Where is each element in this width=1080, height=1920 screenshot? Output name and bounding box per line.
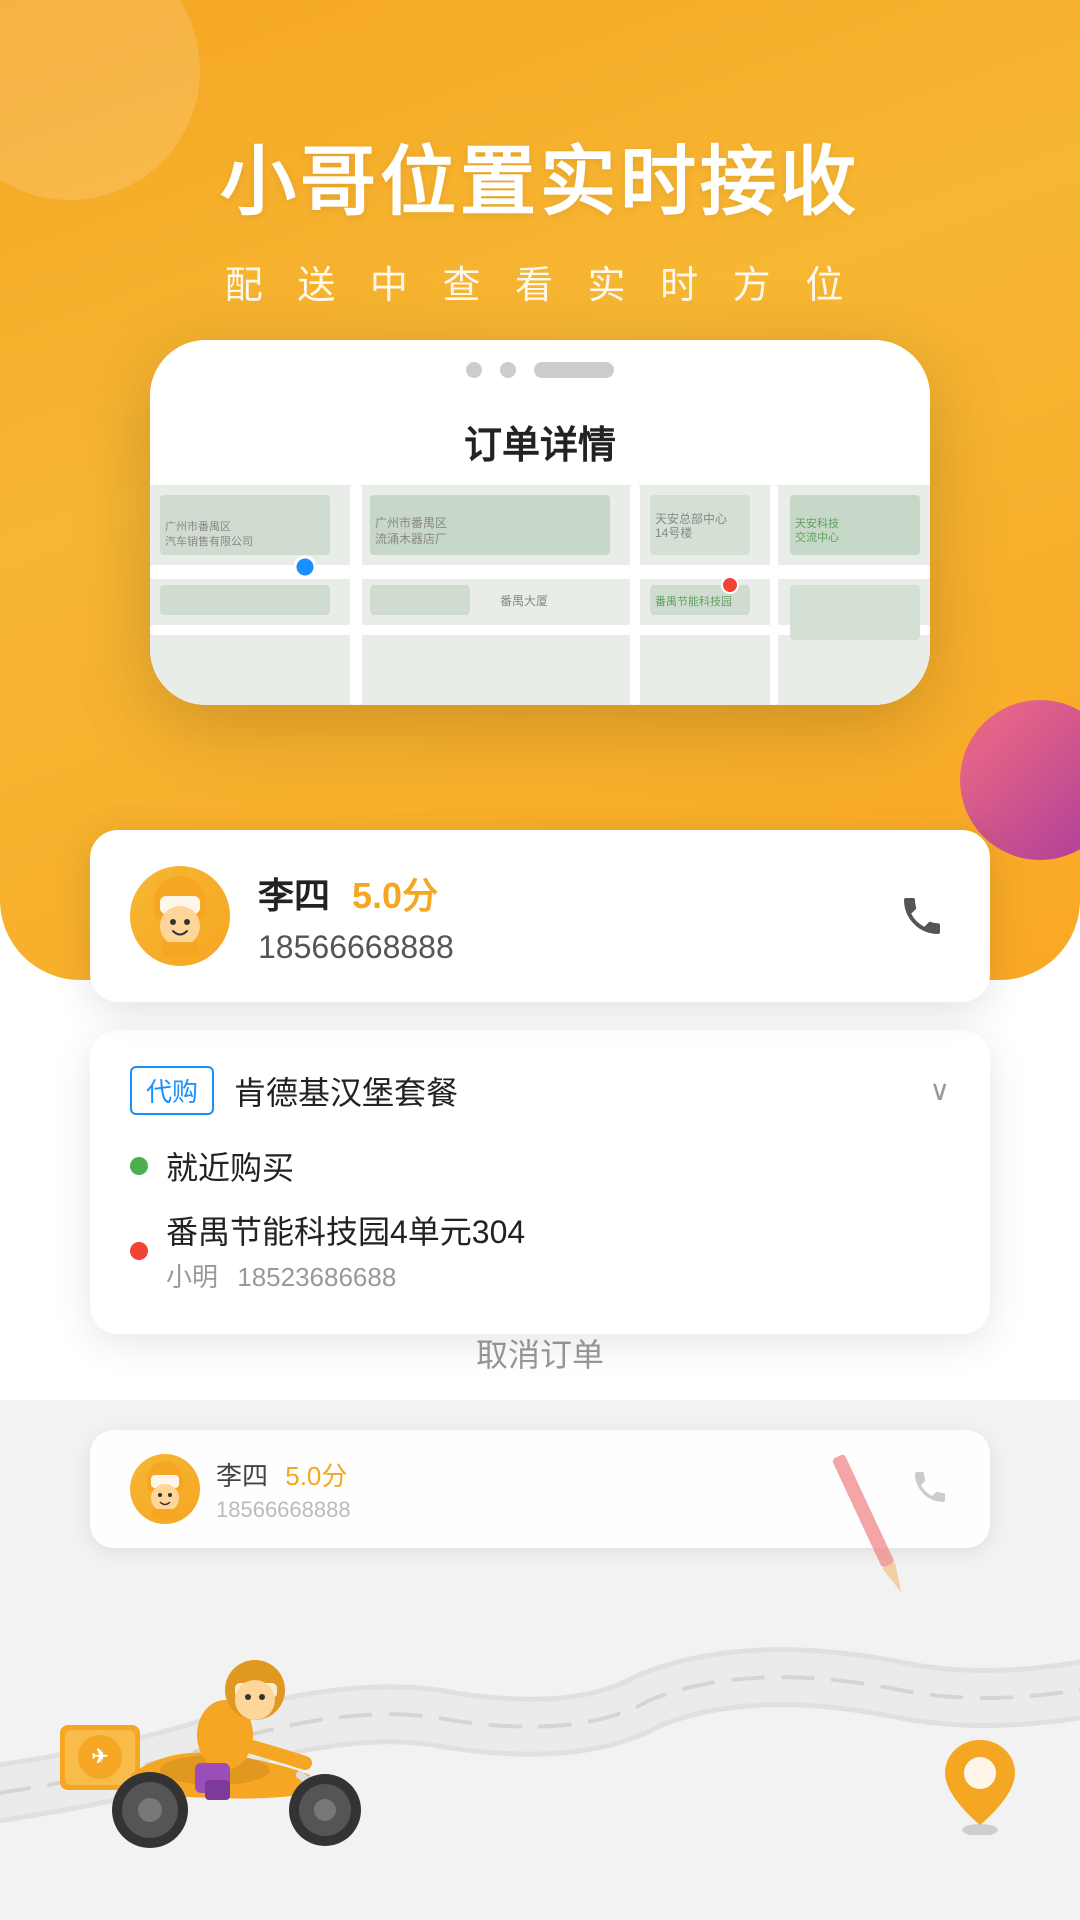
delivery-dot <box>130 1242 148 1260</box>
contact-name: 小明 <box>166 1262 218 1292</box>
bottom-driver-info: 李四 5.0分 18566668888 <box>130 1454 351 1524</box>
order-detail-title: 订单详情 <box>150 394 930 485</box>
bottom-driver-avatar <box>130 1454 200 1524</box>
driver-left: 李四 5.0分 18566668888 <box>130 866 454 966</box>
pickup-text: 就近购买 <box>166 1143 294 1189</box>
pickup-label: 就近购买 <box>166 1143 294 1189</box>
svg-text:广州市番禺区: 广州市番禺区 <box>375 515 447 530</box>
bottom-phone-placeholder: 18566668888 <box>216 1497 351 1523</box>
bottom-call-icon[interactable] <box>910 1467 950 1512</box>
hero-section: 小哥位置实时接收 配 送 中 查 看 实 时 方 位 <box>0 120 1080 309</box>
hero-subtitle: 配 送 中 查 看 实 时 方 位 <box>0 254 1080 309</box>
svg-text:天安科技: 天安科技 <box>795 516 839 530</box>
phone-status-bar <box>150 340 930 394</box>
driver-avatar <box>130 866 230 966</box>
phone-mockup: 订单详情 广州市番禺区 汽车销售有限公司 广州市番禺区 流涌木 <box>150 340 930 705</box>
svg-text:✈: ✈ <box>92 1746 109 1768</box>
bottom-rating: 5.0分 <box>285 1461 347 1491</box>
svg-text:汽车销售有限公司: 汽车销售有限公司 <box>165 534 253 548</box>
chevron-down-icon[interactable]: ∨ <box>930 1074 951 1107</box>
order-items-list: 就近购买 番禺节能科技园4单元304 小明 18523686688 <box>130 1143 950 1294</box>
bottom-tracking-section: 李四 5.0分 18566668888 ✈ <box>0 1400 1080 1920</box>
driver-info-text: 李四 5.0分 18566668888 <box>258 867 454 966</box>
speaker-bar <box>534 362 614 378</box>
delivery-contact: 小明 18523686688 <box>166 1257 525 1294</box>
svg-text:广州市番禺区: 广州市番禺区 <box>165 519 231 533</box>
driver-row: 李四 5.0分 18566668888 <box>130 866 950 966</box>
destination-pin <box>940 1735 1020 1840</box>
camera-dot <box>466 362 482 378</box>
bottom-name: 李四 <box>216 1461 268 1491</box>
svg-text:流涌木器店厂: 流涌木器店厂 <box>375 532 447 546</box>
scooter-illustration: ✈ <box>40 1615 420 1900</box>
svg-text:天安总部中心: 天安总部中心 <box>655 511 727 526</box>
delivery-address: 番禺节能科技园4单元304 <box>166 1207 525 1253</box>
sensor-dot <box>500 362 516 378</box>
svg-text:番禺节能科技园: 番禺节能科技园 <box>655 594 732 608</box>
map-area[interactable]: 广州市番禺区 汽车销售有限公司 广州市番禺区 流涌木器店厂 天安总部中心 14号… <box>150 485 930 705</box>
driver-info-card: 李四 5.0分 18566668888 <box>90 830 990 1002</box>
call-button[interactable] <box>894 888 950 944</box>
order-type-left: 代购 肯德基汉堡套餐 <box>130 1066 458 1115</box>
contact-phone: 18523686688 <box>237 1262 396 1292</box>
svg-text:14号楼: 14号楼 <box>655 525 692 540</box>
delivery-item: 番禺节能科技园4单元304 小明 18523686688 <box>130 1207 950 1294</box>
bottom-driver-text: 李四 5.0分 18566668888 <box>216 1456 351 1523</box>
driver-phone: 18566668888 <box>258 929 454 966</box>
driver-name: 李四 <box>258 875 330 916</box>
svg-text:交流中心: 交流中心 <box>795 530 839 544</box>
svg-text:番禺大厦: 番禺大厦 <box>500 594 548 608</box>
order-name: 肯德基汉堡套餐 <box>234 1068 458 1114</box>
driver-name-rating: 李四 5.0分 <box>258 867 454 919</box>
pickup-dot <box>130 1157 148 1175</box>
order-tag: 代购 <box>130 1066 214 1115</box>
bottom-driver-name-rating: 李四 5.0分 <box>216 1456 351 1493</box>
order-type-row: 代购 肯德基汉堡套餐 ∨ <box>130 1066 950 1115</box>
hero-title: 小哥位置实时接收 <box>0 120 1080 230</box>
driver-rating: 5.0分 <box>352 875 438 916</box>
pickup-item: 就近购买 <box>130 1143 950 1189</box>
order-detail-card: 代购 肯德基汉堡套餐 ∨ 就近购买 番禺节能科技园4单元304 小明 18523… <box>90 1030 990 1334</box>
delivery-info: 番禺节能科技园4单元304 小明 18523686688 <box>166 1207 525 1294</box>
